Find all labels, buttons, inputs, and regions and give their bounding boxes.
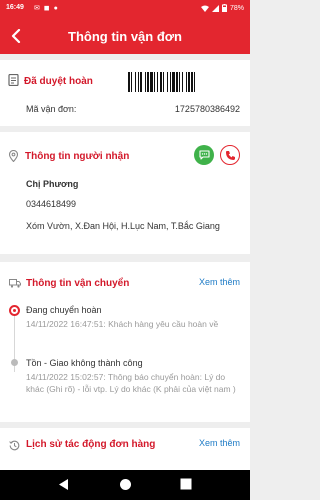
wifi-icon xyxy=(200,5,209,12)
recipient-name: Chị Phương xyxy=(26,179,79,189)
tracking-code-label: Mã vận đơn: xyxy=(26,104,77,114)
signal-icon xyxy=(211,4,219,12)
notification-icons: ✉ ◼ ● xyxy=(34,5,59,12)
history-card: Lịch sử tác động đơn hàng Xem thêm xyxy=(0,428,250,470)
chat-button[interactable] xyxy=(194,145,214,165)
status-right: 78% xyxy=(200,4,244,12)
call-button[interactable] xyxy=(220,145,240,165)
status-bar: 16:49 ✉ ◼ ● 78% xyxy=(0,0,250,18)
status-time: 16:49 xyxy=(6,4,24,11)
recipient-phone: 0344618499 xyxy=(26,199,77,209)
app-bar: Thông tin vận đơn xyxy=(0,18,250,54)
event-title: Đang chuyển hoàn xyxy=(26,305,102,315)
recipient-card: Thông tin người nhận Chị Phương 03446184… xyxy=(0,132,250,254)
order-status-card: Đã duyệt hoàn Mã vận đơn: 1725780386492 xyxy=(0,60,250,126)
nav-home-icon[interactable] xyxy=(119,478,132,491)
order-status: Đã duyệt hoàn xyxy=(24,76,93,87)
phone-icon xyxy=(225,150,235,160)
history-see-more-link[interactable]: Xem thêm xyxy=(199,438,240,448)
history-header: Lịch sử tác động đơn hàng xyxy=(26,439,156,450)
recipient-address: Xóm Vườn, X.Đan Hội, H.Lục Nam, T.Bắc Gi… xyxy=(26,221,220,231)
shipping-header: Thông tin vận chuyển xyxy=(26,278,130,289)
recipient-header: Thông tin người nhận xyxy=(25,151,130,162)
barcode-icon xyxy=(128,72,195,92)
tracking-code-value: 1725780386492 xyxy=(174,104,240,114)
history-icon xyxy=(9,440,20,451)
timeline-dot xyxy=(11,359,18,366)
nav-recents-icon[interactable] xyxy=(180,478,192,490)
location-pin-icon xyxy=(9,150,18,162)
shipping-card: Thông tin vận chuyển Xem thêm Đang chuyể… xyxy=(0,262,250,422)
receipt-icon xyxy=(8,74,19,86)
battery-icon xyxy=(221,4,227,12)
event-description: 14/11/2022 16:47:51: Khách hàng yêu cầu … xyxy=(26,319,219,329)
event-description: 14/11/2022 15:02:57: Thông báo chuyển ho… xyxy=(26,372,236,394)
page-title: Thông tin vận đơn xyxy=(68,29,182,44)
nav-back-icon[interactable] xyxy=(58,478,69,491)
truck-icon xyxy=(9,279,21,288)
timeline-dot-active xyxy=(9,305,20,316)
shipping-see-more-link[interactable]: Xem thêm xyxy=(199,277,240,287)
system-nav-bar xyxy=(0,470,250,500)
battery-level: 78% xyxy=(229,4,244,12)
event-title: Tồn - Giao không thành công xyxy=(26,358,143,368)
chat-icon xyxy=(198,150,210,160)
